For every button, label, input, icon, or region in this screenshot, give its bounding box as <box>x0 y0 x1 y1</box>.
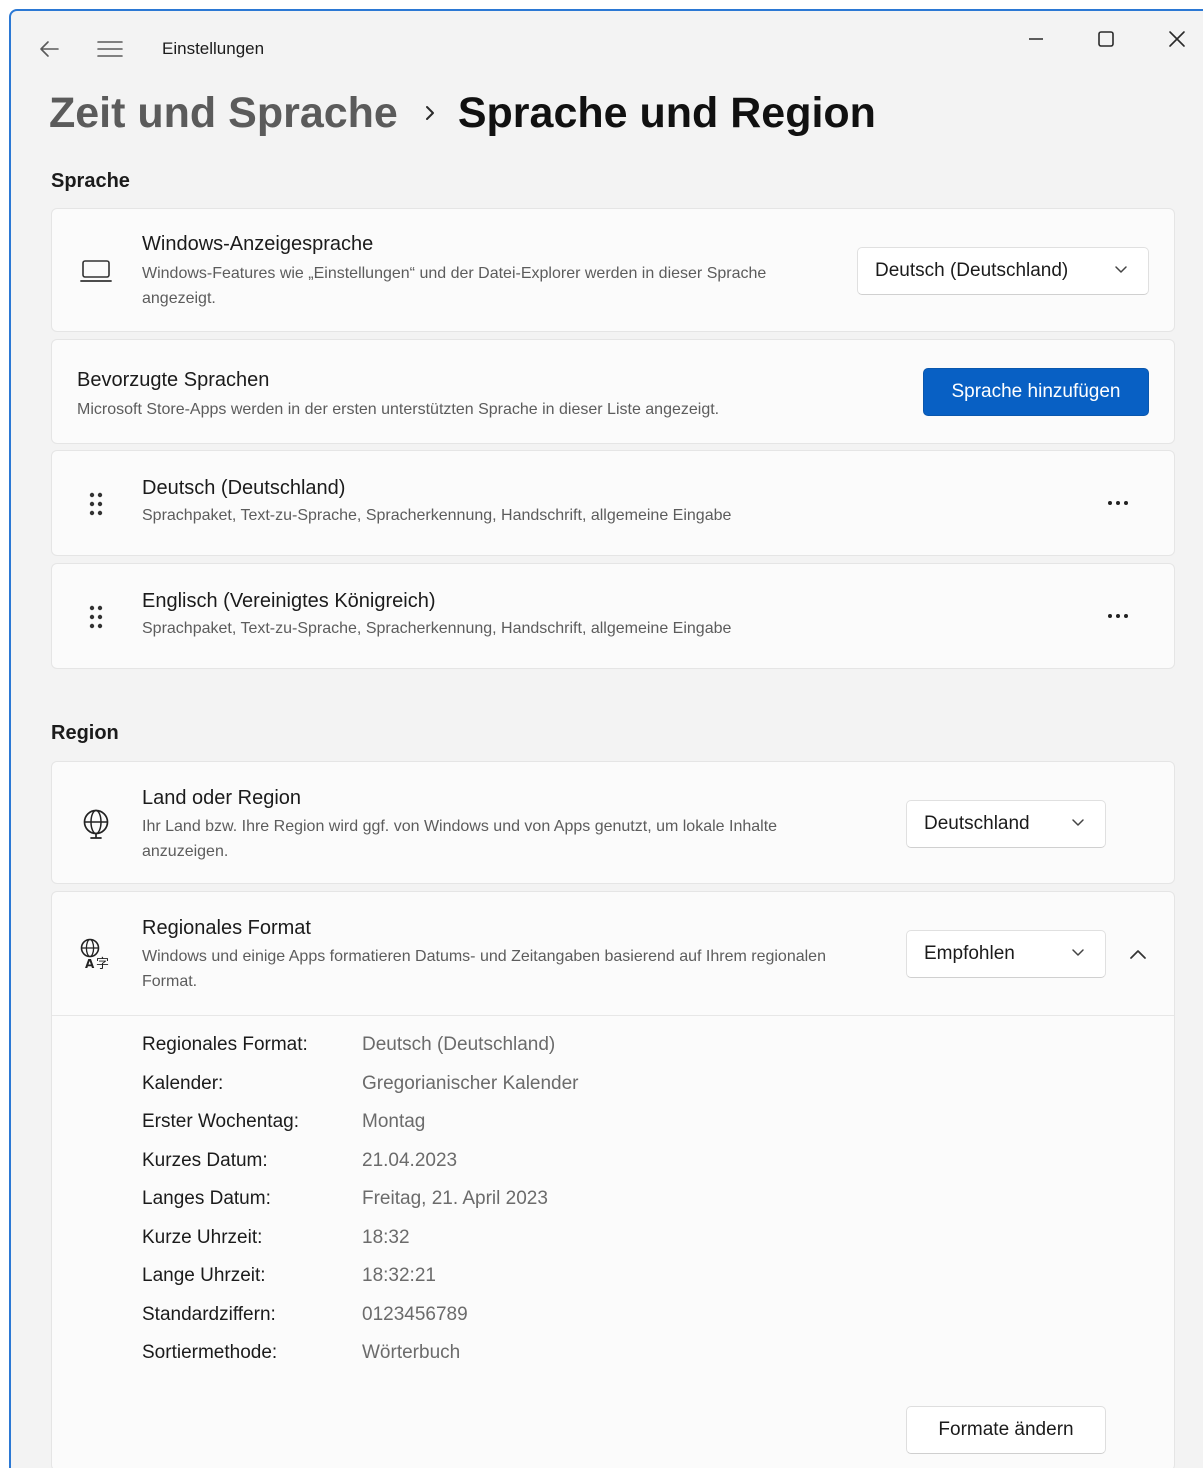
country-region-card: Land oder Region Ihr Land bzw. Ihre Regi… <box>51 761 1175 884</box>
change-formats-button[interactable]: Formate ändern <box>906 1406 1106 1454</box>
section-heading-sprache: Sprache <box>51 170 130 192</box>
regional-format-expander: A 字 Regionales Format Windows und einige… <box>51 891 1175 1468</box>
breadcrumb: Zeit und Sprache Sprache und Region <box>49 83 876 143</box>
format-detail-value: 18:32:21 <box>362 1265 436 1286</box>
language-list-item[interactable]: Englisch (Vereinigtes Königreich) Sprach… <box>51 563 1175 669</box>
back-button[interactable] <box>29 29 69 69</box>
svg-text:A: A <box>85 957 95 970</box>
format-detail-row: Standardziffern: 0123456789 <box>142 1298 468 1332</box>
language-list-item[interactable]: Deutsch (Deutschland) Sprachpaket, Text-… <box>51 450 1175 556</box>
format-detail-row: Kurzes Datum: 21.04.2023 <box>142 1144 457 1178</box>
format-detail-label: Kurzes Datum: <box>142 1150 268 1171</box>
format-detail-label: Erster Wochentag: <box>142 1111 300 1132</box>
more-options-button[interactable] <box>1098 485 1138 521</box>
language-name: Deutsch (Deutschland) <box>142 477 346 499</box>
drag-handle-icon[interactable] <box>78 486 114 522</box>
format-detail-row: Kurze Uhrzeit: 18:32 <box>142 1221 410 1255</box>
minimize-button[interactable] <box>1010 19 1062 59</box>
regional-format-description: Windows und einige Apps formatieren Datu… <box>142 948 826 990</box>
display-language-description: Windows-Features wie „Einstellungen“ und… <box>142 265 767 307</box>
format-detail-value: Wörterbuch <box>362 1342 461 1363</box>
format-detail-row: Kalender: Gregorianischer Kalender <box>142 1067 579 1101</box>
format-detail-value: Gregorianischer Kalender <box>362 1073 579 1094</box>
format-detail-row: Langes Datum: Freitag, 21. April 2023 <box>142 1182 548 1216</box>
format-detail-value: 21.04.2023 <box>362 1150 458 1171</box>
regional-format-selected: Empfohlen <box>924 943 1015 964</box>
format-detail-row: Sortiermethode: Wörterbuch <box>142 1336 460 1370</box>
format-detail-row: Erster Wochentag: Montag <box>142 1105 425 1139</box>
display-language-card: Windows-Anzeigesprache Windows-Features … <box>51 208 1175 332</box>
drag-handle-icon[interactable] <box>78 599 114 635</box>
format-detail-label: Regionales Format: <box>142 1034 308 1055</box>
preferred-languages-description: Microsoft Store-Apps werden in der erste… <box>77 401 720 418</box>
maximize-icon <box>1098 31 1114 47</box>
svg-text:字: 字 <box>96 957 109 970</box>
format-detail-value: 0123456789 <box>362 1304 468 1325</box>
expander-divider <box>52 1015 1174 1016</box>
format-detail-label: Langes Datum: <box>142 1188 271 1209</box>
language-name: Englisch (Vereinigtes Königreich) <box>142 590 436 612</box>
preferred-languages-card: Bevorzugte Sprachen Microsoft Store-Apps… <box>51 339 1175 444</box>
format-detail-label: Standardziffern: <box>142 1304 276 1325</box>
minimize-icon <box>1029 38 1043 40</box>
format-detail-value: Deutsch (Deutschland) <box>362 1034 556 1055</box>
add-language-button[interactable]: Sprache hinzufügen <box>923 368 1149 416</box>
more-icon <box>1108 614 1128 618</box>
section-heading-region: Region <box>51 722 119 744</box>
format-detail-row: Regionales Format: Deutsch (Deutschland) <box>142 1028 555 1062</box>
settings-window: Einstellungen Zeit und Sprache Sprache u… <box>9 9 1203 1468</box>
laptop-icon <box>78 253 114 289</box>
page-title: Sprache und Region <box>457 88 876 137</box>
title-bar: Einstellungen <box>11 11 1203 71</box>
country-region-dropdown[interactable]: Deutschland <box>906 800 1106 848</box>
country-region-title: Land oder Region <box>142 787 302 809</box>
more-icon <box>1108 501 1128 505</box>
format-detail-label: Sortiermethode: <box>142 1342 278 1363</box>
globe-icon <box>78 806 114 842</box>
app-title: Einstellungen <box>162 39 265 58</box>
format-detail-label: Lange Uhrzeit: <box>142 1265 266 1286</box>
format-detail-row: Lange Uhrzeit: 18:32:21 <box>142 1259 436 1293</box>
language-features: Sprachpaket, Text-zu-Sprache, Spracherke… <box>142 620 732 637</box>
country-region-selected: Deutschland <box>924 813 1030 834</box>
breadcrumb-parent-link[interactable]: Zeit und Sprache <box>49 89 398 138</box>
preferred-languages-title: Bevorzugte Sprachen <box>77 369 270 391</box>
collapse-button[interactable] <box>1118 936 1158 972</box>
format-detail-value: 18:32 <box>362 1227 410 1248</box>
display-language-dropdown[interactable]: Deutsch (Deutschland) <box>857 247 1149 295</box>
more-options-button[interactable] <box>1098 598 1138 634</box>
navigation-menu-button[interactable] <box>90 29 130 69</box>
regional-format-dropdown[interactable]: Empfohlen <box>906 930 1106 978</box>
regional-format-title: Regionales Format <box>142 917 311 939</box>
format-detail-label: Kurze Uhrzeit: <box>142 1227 263 1248</box>
arrow-left-icon <box>40 41 59 57</box>
chevron-down-icon <box>1072 949 1084 956</box>
format-detail-label: Kalender: <box>142 1073 224 1094</box>
chevron-right-icon <box>424 104 436 122</box>
hamburger-icon <box>97 41 123 57</box>
language-format-icon: A 字 <box>78 936 114 972</box>
country-region-description: Ihr Land bzw. Ihre Region wird ggf. von … <box>142 818 778 860</box>
maximize-button[interactable] <box>1080 19 1132 59</box>
chevron-up-icon <box>1130 950 1146 959</box>
language-features: Sprachpaket, Text-zu-Sprache, Spracherke… <box>142 507 732 524</box>
format-detail-value: Montag <box>362 1111 426 1132</box>
display-language-title: Windows-Anzeigesprache <box>142 233 374 255</box>
close-button[interactable] <box>1151 19 1203 59</box>
display-language-selected: Deutsch (Deutschland) <box>875 260 1069 281</box>
format-detail-value: Freitag, 21. April 2023 <box>362 1188 548 1209</box>
chevron-down-icon <box>1072 819 1084 826</box>
close-icon <box>1169 31 1185 47</box>
chevron-down-icon <box>1115 266 1127 273</box>
